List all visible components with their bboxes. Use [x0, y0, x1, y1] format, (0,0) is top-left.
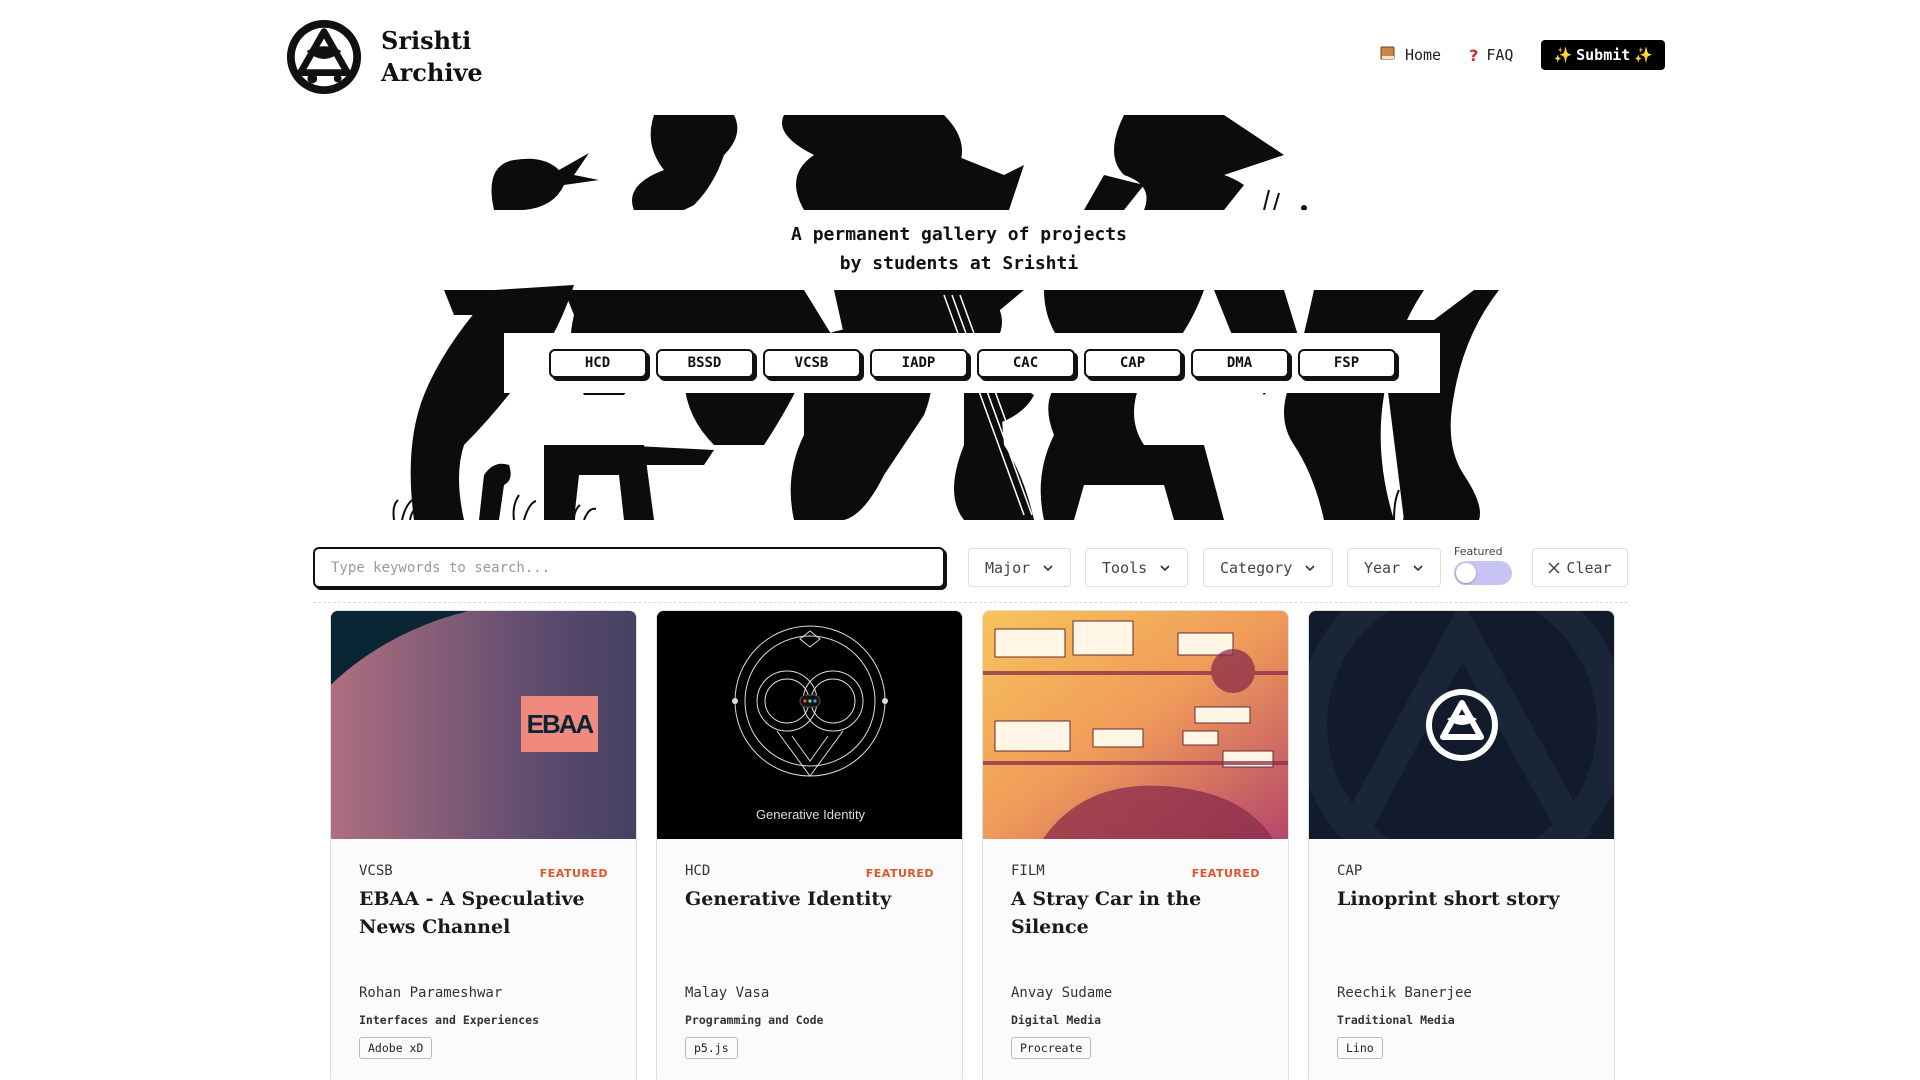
project-title: Generative Identity [685, 888, 892, 910]
project-major: VCSB [359, 863, 393, 879]
chevron-down-icon [1160, 564, 1170, 571]
featured-filter: Featured [1454, 545, 1516, 585]
project-title: A Stray Car in the Silence [1011, 888, 1202, 938]
project-thumbnail [983, 611, 1288, 839]
placeholder-logo-thumbnail [1309, 611, 1614, 839]
project-author: Malay Vasa [685, 985, 770, 1001]
featured-toggle-label: Featured [1454, 545, 1503, 558]
brand-name: Srishti Archive [381, 25, 483, 89]
sparkles-icon: ✨ [1553, 46, 1573, 64]
project-author: Reechik Banerjee [1337, 985, 1472, 1001]
featured-badge: FEATURED [865, 867, 934, 880]
tools-dropdown-label: Tools [1102, 558, 1148, 577]
project-thumbnail [1309, 611, 1614, 839]
close-icon [1548, 561, 1560, 574]
hero-tagline: A permanent gallery of projects by stude… [384, 220, 1534, 278]
hero-silhouette-illustration [384, 115, 1534, 520]
project-author: Anvay Sudame [1011, 985, 1113, 1001]
hero-banner: A permanent gallery of projects by stude… [384, 115, 1534, 520]
category-dropdown-label: Category [1220, 558, 1293, 577]
featured-badge: FEATURED [539, 867, 608, 880]
project-thumbnail: EBAA [331, 611, 636, 839]
major-button-iadp[interactable]: IADP [869, 348, 968, 378]
submit-label: Submit [1576, 46, 1631, 64]
tagline-line-1: A permanent gallery of projects [791, 224, 1127, 245]
tool-tag[interactable]: p5.js [685, 1037, 738, 1059]
project-category: Programming and Code [685, 1013, 824, 1027]
nav-faq-link[interactable]: ? FAQ [1469, 46, 1513, 65]
major-filter-buttons: HCD BSSD VCSB IADP CAC CAP DMA FSP [504, 333, 1440, 393]
major-button-dma[interactable]: DMA [1190, 348, 1289, 378]
project-category: Digital Media [1011, 1013, 1102, 1027]
project-major: CAP [1337, 863, 1363, 879]
project-major: FILM [1011, 863, 1045, 879]
project-card[interactable]: FILM FEATURED A Stray Car in the Silence… [982, 610, 1289, 1080]
project-card[interactable]: Generative Identity HCD FEATURED Generat… [656, 610, 963, 1080]
project-category: Traditional Media [1337, 1013, 1455, 1027]
major-dropdown-label: Major [985, 558, 1031, 577]
filter-bar: Major Tools Category Year Featured Clear [313, 545, 1628, 603]
submit-button[interactable]: ✨ Submit ✨ [1541, 40, 1665, 70]
year-dropdown-label: Year [1364, 558, 1401, 577]
book-icon [1379, 44, 1397, 66]
major-button-cac[interactable]: CAC [976, 348, 1075, 378]
site-header: Srishti Archive Home ? FAQ ✨ Submit ✨ [285, 18, 1665, 98]
category-dropdown[interactable]: Category [1203, 548, 1334, 587]
brand-line-2: Archive [381, 58, 483, 87]
brand-line-1: Srishti [381, 26, 472, 55]
chevron-down-icon [1413, 564, 1423, 571]
major-button-fsp[interactable]: FSP [1297, 348, 1396, 378]
project-card[interactable]: EBAA VCSB FEATURED EBAA - A Speculative … [330, 610, 637, 1080]
chevron-down-icon [1305, 564, 1315, 571]
chevron-down-icon [1043, 564, 1053, 571]
generative-identity-thumbnail-image [657, 611, 962, 839]
project-major: HCD [685, 863, 711, 879]
tool-tag[interactable]: Lino [1337, 1037, 1383, 1059]
tools-dropdown[interactable]: Tools [1085, 548, 1189, 587]
project-author: Rohan Parameshwar [359, 985, 503, 1001]
project-category: Interfaces and Experiences [359, 1013, 540, 1027]
project-thumbnail: Generative Identity [657, 611, 962, 839]
top-nav: Home ? FAQ ✨ Submit ✨ [1379, 40, 1665, 70]
srishti-logo-icon [286, 19, 362, 95]
featured-toggle[interactable] [1454, 561, 1512, 585]
comic-thumbnail-image [983, 611, 1288, 839]
major-button-cap[interactable]: CAP [1083, 348, 1182, 378]
nav-faq-label: FAQ [1486, 46, 1514, 64]
clear-filters-button[interactable]: Clear [1532, 548, 1628, 587]
sparkles-icon: ✨ [1634, 46, 1653, 64]
project-title: Linoprint short story [1337, 888, 1560, 910]
major-dropdown[interactable]: Major [968, 548, 1072, 587]
question-icon: ? [1469, 45, 1479, 65]
ebaa-logo-text: EBAA [526, 709, 595, 739]
tagline-line-2: by students at Srishti [839, 253, 1079, 274]
clear-label: Clear [1566, 558, 1612, 577]
brand-logo-link[interactable]: Srishti Archive [285, 18, 483, 96]
project-card[interactable]: CAP Linoprint short story Reechik Banerj… [1308, 610, 1615, 1080]
search-input[interactable] [313, 547, 945, 588]
nav-home-label: Home [1404, 46, 1442, 64]
toggle-knob [1456, 563, 1476, 583]
featured-badge: FEATURED [1191, 867, 1260, 880]
year-dropdown[interactable]: Year [1347, 548, 1442, 587]
thumbnail-caption: Generative Identity [755, 807, 866, 822]
major-button-vcsb[interactable]: VCSB [762, 348, 861, 378]
tool-tag[interactable]: Procreate [1011, 1037, 1092, 1059]
major-button-bssd[interactable]: BSSD [655, 348, 754, 378]
nav-home-link[interactable]: Home [1379, 44, 1441, 66]
tool-tag[interactable]: Adobe xD [359, 1037, 433, 1059]
project-title: EBAA - A Speculative News Channel [359, 888, 585, 938]
major-button-hcd[interactable]: HCD [548, 348, 647, 378]
